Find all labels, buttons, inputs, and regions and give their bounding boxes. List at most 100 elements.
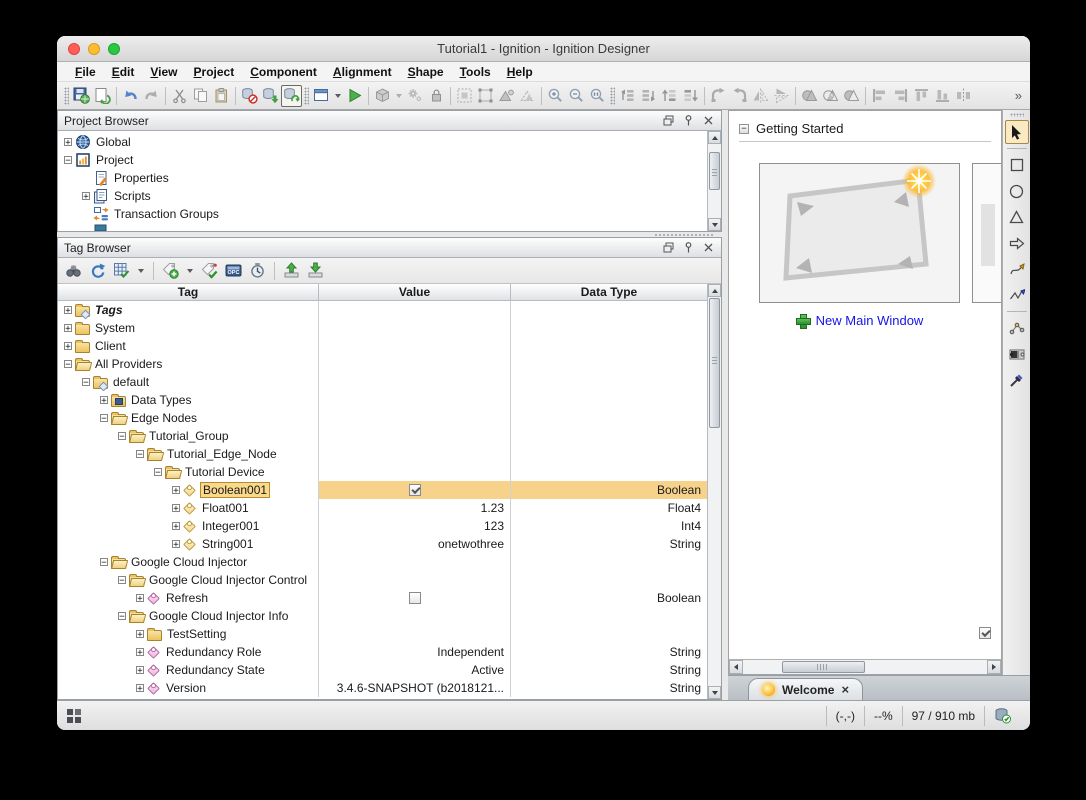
tag-row-testsetting[interactable]: + TestSetting: [58, 625, 707, 643]
path-tool[interactable]: [1005, 257, 1029, 281]
expand-toggle[interactable]: −: [64, 360, 72, 370]
tag-row-gci-control[interactable]: − Google Cloud Injector Control: [58, 571, 707, 589]
opc-browser-icon[interactable]: OPC: [223, 260, 244, 282]
float-panel-icon[interactable]: [661, 114, 675, 128]
minimize-window-button[interactable]: [88, 43, 100, 55]
gateway-connection-icon[interactable]: [984, 705, 1020, 726]
order-front-icon[interactable]: [659, 85, 680, 107]
tag-row-gci[interactable]: − Google Cloud Injector: [58, 553, 707, 571]
shape-select-icon[interactable]: [496, 85, 517, 107]
tag-row-all-providers[interactable]: − All Providers: [58, 355, 707, 373]
tag-row-default[interactable]: − default: [58, 373, 707, 391]
tree-item-clipped[interactable]: [58, 223, 707, 231]
cut-icon[interactable]: [169, 85, 190, 107]
title-bar[interactable]: Tutorial1 - Ignition - Ignition Designer: [57, 36, 1030, 62]
toolbar-grip[interactable]: [304, 86, 309, 105]
menu-view[interactable]: View: [142, 65, 185, 79]
component-dropdown-icon[interactable]: [396, 93, 402, 98]
tag-row-refresh[interactable]: + Refresh Boolean: [58, 589, 707, 607]
shape-union-icon[interactable]: [799, 85, 820, 107]
tag-row-system[interactable]: + System: [58, 319, 707, 337]
expand-toggle[interactable]: +: [100, 396, 108, 406]
tag-row-gci-info[interactable]: − Google Cloud Injector Info: [58, 607, 707, 625]
scrollbar-thumb[interactable]: [782, 661, 865, 673]
grid-status-icon[interactable]: [67, 708, 81, 723]
scrollbar-thumb[interactable]: [709, 298, 720, 428]
scroll-down-button[interactable]: [708, 686, 721, 699]
pin-panel-icon[interactable]: [681, 241, 695, 255]
rotate-cw-icon[interactable]: [708, 85, 729, 107]
tag-row-redundancy-role[interactable]: + Redundancy Role Independent String: [58, 643, 707, 661]
db-rollback-icon[interactable]: [239, 85, 260, 107]
browse-tags-icon[interactable]: [63, 260, 84, 282]
shape-subtract-icon[interactable]: [841, 85, 862, 107]
order-backward-icon[interactable]: [638, 85, 659, 107]
new-window-dropdown-icon[interactable]: [335, 93, 341, 98]
align-left-icon[interactable]: [869, 85, 890, 107]
zoom-out-icon[interactable]: [566, 85, 587, 107]
next-thumbnail-clipped[interactable]: [972, 163, 1001, 303]
edit-tag-icon[interactable]: [199, 260, 220, 282]
welcome-horizontal-scrollbar[interactable]: [729, 659, 1001, 674]
pin-panel-icon[interactable]: [681, 114, 695, 128]
gradient-tool[interactable]: [1005, 342, 1029, 366]
expand-toggle[interactable]: +: [136, 630, 144, 640]
project-browser-header[interactable]: Project Browser: [58, 111, 721, 131]
close-panel-icon[interactable]: [701, 114, 715, 128]
scroll-up-button[interactable]: [708, 131, 721, 144]
gears-icon[interactable]: [405, 85, 426, 107]
tag-row-tags[interactable]: + Tags: [58, 301, 707, 319]
expand-toggle[interactable]: −: [136, 450, 144, 460]
tab-welcome[interactable]: Welcome ×: [748, 678, 864, 700]
expand-toggle[interactable]: +: [172, 522, 180, 532]
tree-item-project[interactable]: − Project: [58, 151, 707, 169]
shape-select-alt-icon[interactable]: [517, 85, 538, 107]
undo-icon[interactable]: [120, 85, 141, 107]
tag-row-tutorial-edge-node[interactable]: − Tutorial_Edge_Node: [58, 445, 707, 463]
expand-toggle[interactable]: +: [172, 486, 180, 496]
expand-toggle[interactable]: +: [64, 306, 72, 316]
project-browser-scrollbar[interactable]: [707, 131, 721, 231]
lock-icon[interactable]: [426, 85, 447, 107]
select-tool[interactable]: [1004, 120, 1029, 144]
redo-icon[interactable]: [141, 85, 162, 107]
tag-row-client[interactable]: + Client: [58, 337, 707, 355]
publish-icon[interactable]: [92, 85, 113, 107]
ellipse-tool[interactable]: [1005, 179, 1029, 203]
expand-toggle[interactable]: +: [64, 138, 72, 148]
tag-row-version[interactable]: + Version 3.4.6-SNAPSHOT (b2018121... Strin…: [58, 679, 707, 697]
polygon-tool[interactable]: [1005, 205, 1029, 229]
paste-icon[interactable]: [211, 85, 232, 107]
preview-play-icon[interactable]: [344, 85, 365, 107]
new-main-window-link[interactable]: New Main Window: [759, 313, 960, 329]
menu-file[interactable]: File: [67, 65, 104, 79]
expand-toggle[interactable]: −: [64, 156, 72, 166]
arrow-tool[interactable]: [1005, 231, 1029, 255]
zoom-window-button[interactable]: [108, 43, 120, 55]
scroll-up-button[interactable]: [708, 284, 721, 297]
toolbar-grip[interactable]: [610, 86, 615, 105]
close-panel-icon[interactable]: [701, 241, 715, 255]
scroll-right-button[interactable]: [987, 660, 1001, 674]
pencil-tool[interactable]: [1005, 283, 1029, 307]
expand-toggle[interactable]: −: [82, 378, 90, 388]
zoom-in-icon[interactable]: [545, 85, 566, 107]
tag-row-data-types[interactable]: + Data Types: [58, 391, 707, 409]
tree-item-properties[interactable]: Properties: [58, 169, 707, 187]
expand-toggle[interactable]: +: [82, 192, 90, 202]
menu-alignment[interactable]: Alignment: [325, 65, 400, 79]
db-merge-icon[interactable]: [281, 84, 302, 107]
rotate-ccw-icon[interactable]: [729, 85, 750, 107]
order-back-icon[interactable]: [680, 85, 701, 107]
new-window-icon[interactable]: [311, 85, 332, 107]
tag-row-redundancy-state[interactable]: + Redundancy State Active String: [58, 661, 707, 679]
scroll-left-button[interactable]: [729, 660, 743, 674]
align-top-icon[interactable]: [911, 85, 932, 107]
tag-row-float001[interactable]: + Float001 1.23 Float4: [58, 499, 707, 517]
collapse-section-icon[interactable]: −: [739, 123, 749, 134]
tag-row-edge-nodes[interactable]: − Edge Nodes: [58, 409, 707, 427]
tag-row-string001[interactable]: + String001 onetwothree String: [58, 535, 707, 553]
new-tag-dropdown-icon[interactable]: [187, 268, 193, 273]
export-tags-icon[interactable]: [305, 260, 326, 282]
import-tags-icon[interactable]: [281, 260, 302, 282]
